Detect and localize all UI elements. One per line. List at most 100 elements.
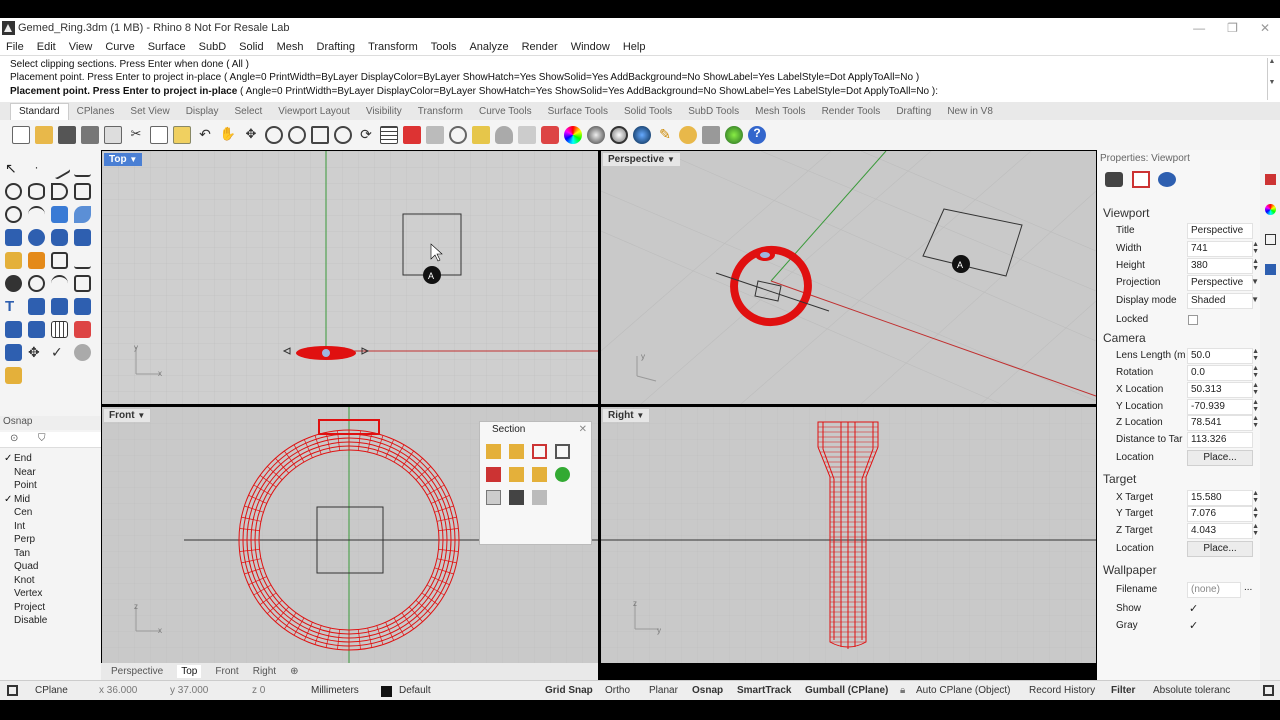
transform-icon[interactable] <box>5 344 22 361</box>
status-planar[interactable]: Planar <box>649 685 678 696</box>
set-cplane-icon[interactable] <box>403 126 421 144</box>
spinner-icon[interactable]: ▲ ▼ <box>1252 258 1259 272</box>
spinner-icon[interactable]: ▲ ▼ <box>1252 348 1259 362</box>
menu-tools[interactable]: Tools <box>431 41 457 53</box>
menu-solid[interactable]: Solid <box>239 41 263 53</box>
join-icon[interactable] <box>74 275 91 292</box>
status-smarttrack[interactable]: SmartTrack <box>737 685 791 696</box>
osnap-item-disable[interactable]: Disable <box>4 614 47 628</box>
tab-new-in-v8[interactable]: New in V8 <box>939 104 1001 120</box>
spinner-icon[interactable]: ▲ ▼ <box>1252 523 1259 537</box>
brush-icon[interactable]: ✎ <box>656 126 674 144</box>
point-icon[interactable]: · <box>28 160 45 177</box>
cplane-icon[interactable] <box>449 126 467 144</box>
pan-icon[interactable]: ✋ <box>219 126 237 144</box>
layer-color-swatch[interactable] <box>381 686 392 697</box>
osnap-item-end[interactable]: ✓ End <box>4 452 47 466</box>
chevron-down-icon[interactable]: ▼ <box>1251 296 1259 304</box>
section-document-icon[interactable] <box>486 490 501 505</box>
prop-height-input[interactable]: 380 <box>1187 258 1253 274</box>
sphere-icon[interactable] <box>28 229 45 246</box>
close-icon[interactable]: ✕ <box>579 422 587 438</box>
lock-icon[interactable] <box>518 126 536 144</box>
menu-window[interactable]: Window <box>571 41 610 53</box>
tab-drafting[interactable]: Drafting <box>888 104 939 120</box>
circle-icon[interactable] <box>5 183 22 200</box>
ellipse-icon[interactable] <box>28 183 45 200</box>
set-view-icon[interactable] <box>426 126 444 144</box>
mirror-icon[interactable] <box>74 321 91 338</box>
viewport-label-top[interactable]: Top ▼ <box>104 153 143 166</box>
close-button[interactable]: ✕ <box>1260 18 1270 38</box>
color-wheel-icon[interactable] <box>564 126 582 144</box>
grid-icon[interactable] <box>702 126 720 144</box>
tab-curve-tools[interactable]: Curve Tools <box>471 104 540 120</box>
menu-transform[interactable]: Transform <box>368 41 418 53</box>
leader-icon[interactable] <box>51 298 68 315</box>
osnap-item-int[interactable]: Int <box>4 520 47 534</box>
arc-icon[interactable] <box>51 183 68 200</box>
target-place-button[interactable]: Place... <box>1187 541 1253 557</box>
panel-toggle-icon[interactable] <box>7 685 18 696</box>
new-file-icon[interactable] <box>12 126 30 144</box>
fillet-icon[interactable] <box>28 275 45 292</box>
render-tool-icon[interactable] <box>5 367 22 384</box>
array-icon[interactable] <box>28 321 45 338</box>
status-layer[interactable]: Default <box>399 685 431 696</box>
status-grid-snap[interactable]: Grid Snap <box>545 685 593 696</box>
add-viewport-icon[interactable]: ⊕ <box>290 666 298 677</box>
analyze-icon[interactable] <box>74 344 91 361</box>
globe-icon[interactable] <box>725 126 743 144</box>
hatch-icon[interactable] <box>74 298 91 315</box>
text-tool-icon[interactable]: T <box>5 298 22 315</box>
tab-cplanes[interactable]: CPlanes <box>69 104 123 120</box>
gray-checkbox[interactable]: ✓ <box>1189 619 1198 632</box>
tab-visibility[interactable]: Visibility <box>358 104 410 120</box>
material-icon[interactable] <box>587 126 605 144</box>
tab-set-view[interactable]: Set View <box>122 104 177 120</box>
locked-checkbox[interactable] <box>1188 315 1198 325</box>
gumball-icon[interactable]: ✥ <box>28 344 45 361</box>
prop-distance-input[interactable]: 113.326 <box>1187 432 1253 448</box>
section-move-icon[interactable] <box>532 467 547 482</box>
osnap-item-project[interactable]: Project <box>4 601 47 615</box>
zoom-window-icon[interactable] <box>288 126 306 144</box>
osnap-item-cen[interactable]: Cen <box>4 506 47 520</box>
section-solid-icon[interactable] <box>509 490 524 505</box>
trim-icon[interactable] <box>51 252 68 269</box>
status-record-history[interactable]: Record History <box>1029 685 1095 696</box>
prop-filename-input[interactable]: (none) <box>1187 582 1241 598</box>
osnap-item-knot[interactable]: Knot <box>4 574 47 588</box>
osnap-item-tan[interactable]: Tan <box>4 547 47 561</box>
select-icon[interactable] <box>472 126 490 144</box>
zoom-icon[interactable] <box>265 126 283 144</box>
prop-rotation-input[interactable]: 0.0 <box>1187 365 1253 381</box>
prop-display-select[interactable]: Shaded <box>1187 293 1253 309</box>
tab-standard[interactable]: Standard <box>10 103 69 120</box>
prop-yloc-input[interactable]: -70.939 <box>1187 399 1253 415</box>
menu-subd[interactable]: SubD <box>199 41 227 53</box>
box-icon[interactable] <box>5 229 22 246</box>
osnap-checkbox[interactable]: ✓ <box>4 494 14 505</box>
chevron-down-icon[interactable]: ▼ <box>1251 278 1259 286</box>
osnap-checkbox[interactable]: ✓ <box>4 453 14 464</box>
section-panel-header[interactable]: Section ✕ <box>480 422 591 438</box>
prop-zloc-input[interactable]: 78.541 <box>1187 415 1253 431</box>
menu-surface[interactable]: Surface <box>148 41 186 53</box>
prop-zt-input[interactable]: 4.043 <box>1187 523 1253 539</box>
properties-tab-icon[interactable] <box>1265 174 1276 185</box>
osnap-toggle-icon[interactable]: ⊙ <box>10 433 18 444</box>
tab-solid-tools[interactable]: Solid Tools <box>616 104 680 120</box>
render-sphere-icon[interactable] <box>610 126 628 144</box>
viewport-perspective[interactable]: A y Perspective ▼ <box>601 151 1096 404</box>
viewport-layout-icon[interactable] <box>380 126 398 144</box>
spinner-icon[interactable]: ▲ ▼ <box>1252 415 1259 429</box>
polygon-icon[interactable] <box>5 206 22 223</box>
osnap-item-quad[interactable]: Quad <box>4 560 47 574</box>
prop-lens-input[interactable]: 50.0 <box>1187 348 1253 364</box>
subd-icon[interactable] <box>28 252 45 269</box>
section-split-icon[interactable] <box>509 467 524 482</box>
copy-icon[interactable] <box>150 126 168 144</box>
viewport-tab-front[interactable]: Front <box>215 666 238 677</box>
menu-file[interactable]: File <box>6 41 24 53</box>
